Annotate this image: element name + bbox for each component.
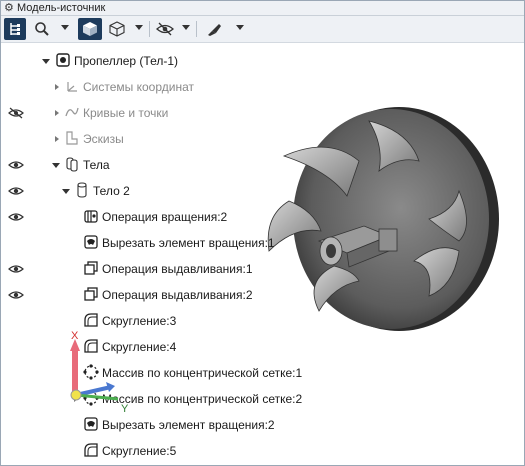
- tree-item-sketches[interactable]: Эскизы: [1, 127, 301, 151]
- curve-icon: [65, 107, 79, 117]
- tree-item-curves-points[interactable]: Кривые и точки: [1, 101, 301, 125]
- bodies-icon: [66, 157, 78, 172]
- tree-item-label: Вырезать элемент вращения:2: [102, 418, 275, 432]
- fillet-icon: [84, 443, 98, 457]
- gear-icon: ⚙: [4, 2, 14, 14]
- tree-item-fillet-5[interactable]: Скругление:5: [1, 439, 301, 463]
- collapse-arrow-icon[interactable]: [62, 189, 70, 194]
- eye-crossed-icon: [156, 22, 174, 36]
- eye-icon[interactable]: [8, 211, 24, 223]
- visibility-button[interactable]: [155, 18, 175, 40]
- eye-crossed-icon[interactable]: [8, 107, 24, 119]
- tree-item-circular-pattern-2[interactable]: Массив по концентрической сетке:2: [1, 387, 302, 411]
- x-axis-label: X: [71, 331, 79, 342]
- tree-item-fillet-4[interactable]: Скругление:4: [1, 335, 301, 359]
- fillet-icon: [84, 313, 98, 327]
- collapse-arrow-icon[interactable]: [52, 163, 60, 168]
- body-icon: [77, 182, 87, 198]
- visibility-dropdown[interactable]: [182, 25, 190, 30]
- sketch-icon: [66, 131, 78, 145]
- expand-arrow-icon[interactable]: [55, 84, 59, 90]
- tree-item-extrude-1[interactable]: Операция выдавливания:1: [1, 257, 301, 281]
- expand-arrow-icon[interactable]: [55, 136, 59, 142]
- eye-icon[interactable]: [8, 263, 24, 275]
- search-dropdown[interactable]: [61, 25, 69, 30]
- expand-arrow-icon[interactable]: [55, 110, 59, 116]
- tree-item-bodies[interactable]: Тела: [1, 153, 301, 177]
- toolbar-separator: [149, 21, 150, 37]
- model-source-panel: ⚙ Модель-источник Пропеллер (Тел-1) Сист…: [0, 0, 525, 466]
- cube-wireframe-icon: [109, 21, 125, 37]
- tree-item-fillet-3[interactable]: Скругление:3: [1, 309, 301, 333]
- search-button[interactable]: [32, 18, 52, 40]
- eye-icon[interactable]: [8, 289, 24, 301]
- cube-solid-icon: [83, 22, 97, 36]
- wireframe-view-button[interactable]: [107, 18, 127, 40]
- solid-view-button[interactable]: [78, 18, 102, 40]
- tree-item-revolve-2[interactable]: Операция вращения:2: [1, 205, 301, 229]
- tree-item-coordinate-systems[interactable]: Системы координат: [1, 75, 301, 99]
- tree-item-body-2[interactable]: Тело 2: [1, 179, 301, 203]
- tree-item-label: Кривые и точки: [83, 106, 169, 120]
- tree-item-label: Тело 2: [93, 184, 130, 198]
- extrude-icon: [84, 287, 98, 301]
- tree-item-cut-revolve-1[interactable]: Вырезать элемент вращения:1: [1, 231, 301, 255]
- collapse-arrow-icon[interactable]: [42, 59, 50, 64]
- toolbar: [1, 16, 524, 43]
- tree-item-extrude-2[interactable]: Операция выдавливания:2: [1, 283, 301, 307]
- search-icon: [35, 22, 49, 36]
- cut-revolve-icon: [84, 417, 98, 431]
- part-icon: [56, 53, 70, 67]
- title-bar: ⚙ Модель-источник: [1, 1, 524, 16]
- tree-item-label: Операция выдавливания:2: [102, 288, 253, 302]
- tree-icon: [10, 23, 20, 35]
- tree-item-label: Скругление:5: [102, 444, 177, 458]
- tree-item-label: Эскизы: [83, 132, 124, 146]
- tree-item-label: Скругление:3: [102, 314, 177, 328]
- brush-icon: [208, 24, 221, 36]
- y-axis-label: Y: [121, 403, 129, 413]
- tree-root[interactable]: Пропеллер (Тел-1): [1, 49, 301, 73]
- view-dropdown[interactable]: [135, 25, 143, 30]
- tree-view-button[interactable]: [4, 18, 26, 40]
- toolbar-separator: [196, 21, 197, 37]
- style-button[interactable]: [204, 18, 224, 40]
- cut-revolve-icon: [84, 235, 98, 249]
- extrude-icon: [84, 261, 98, 275]
- tree-item-label: Тела: [83, 158, 110, 172]
- style-dropdown[interactable]: [236, 25, 244, 30]
- tree-item-label: Операция вращения:2: [102, 210, 228, 224]
- tree-root-label: Пропеллер (Тел-1): [74, 54, 179, 68]
- coordinate-system-icon: [67, 82, 77, 92]
- panel-title: Модель-источник: [17, 2, 106, 14]
- tree-item-circular-pattern-1[interactable]: Массив по концентрической сетке:1: [1, 361, 302, 385]
- axis-triad: X Y: [70, 331, 129, 413]
- revolve-icon: [84, 210, 98, 223]
- eye-icon[interactable]: [8, 185, 24, 197]
- tree-item-label: Операция выдавливания:1: [102, 262, 253, 276]
- tree-item-label: Системы координат: [83, 80, 194, 94]
- tree-item-cut-revolve-2[interactable]: Вырезать элемент вращения:2: [1, 413, 301, 437]
- tree-item-label: Вырезать элемент вращения:1: [102, 236, 275, 250]
- eye-icon[interactable]: [8, 159, 24, 171]
